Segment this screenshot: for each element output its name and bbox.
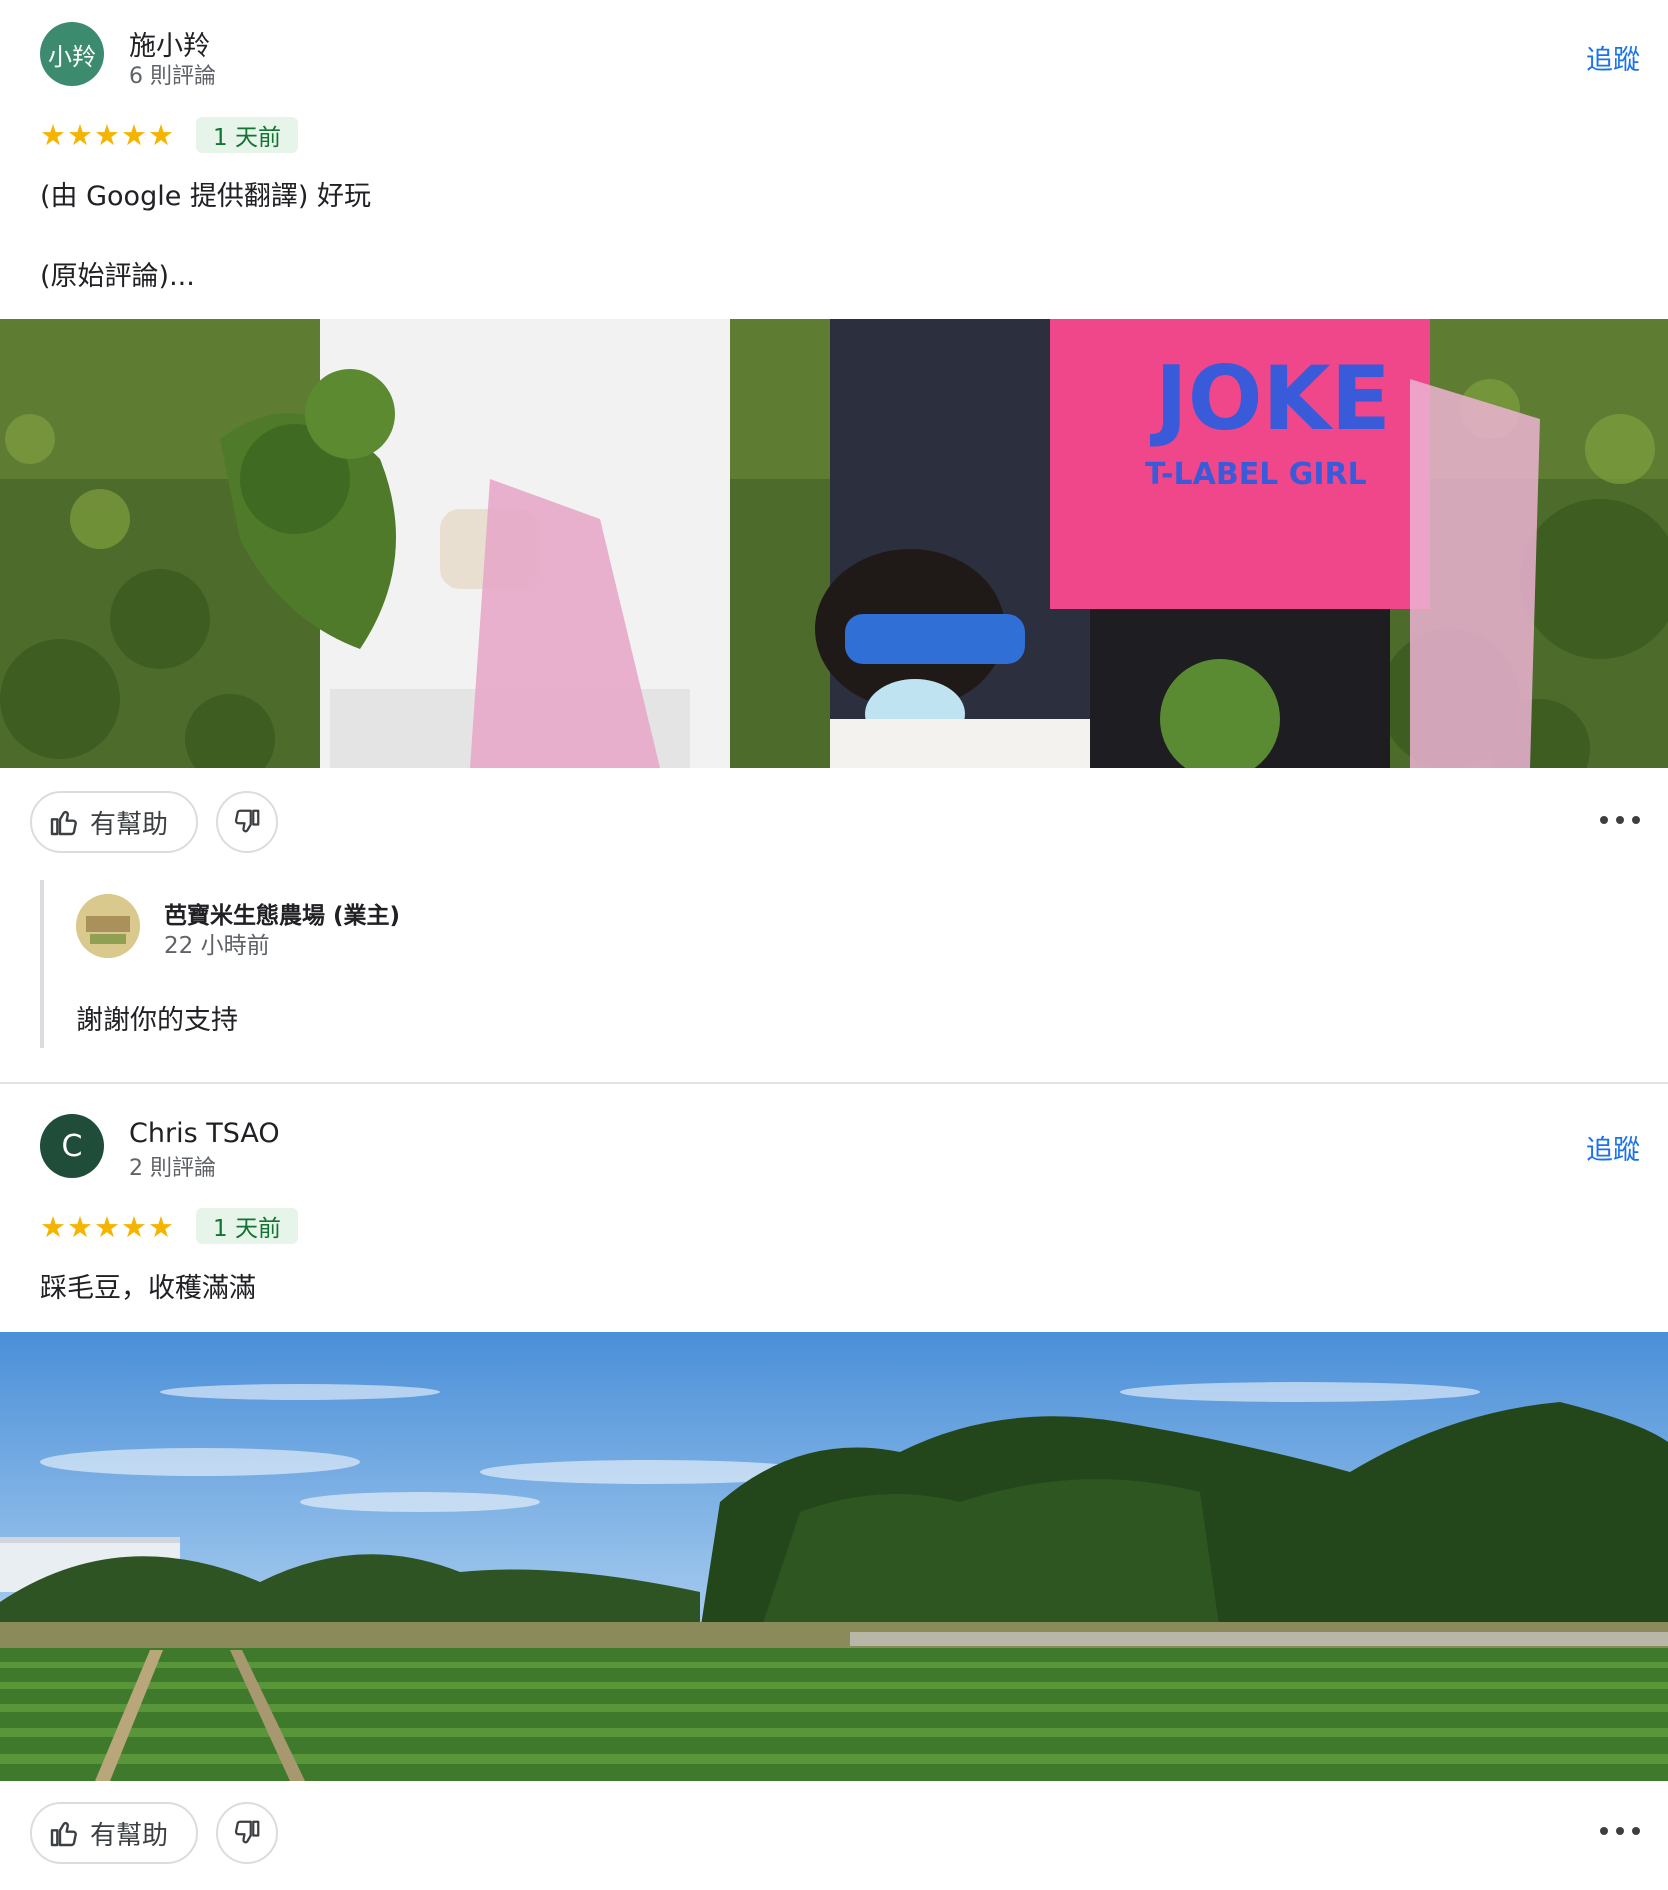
shirt-subtext: T-LABEL GIRL — [1145, 457, 1367, 492]
review-action-bar: 有幫助 — [0, 1802, 1668, 1870]
star-icon: ★ — [67, 1210, 93, 1244]
star-icon: ★ — [67, 118, 93, 152]
follow-button[interactable]: 追蹤 — [1540, 1128, 1640, 1167]
star-icon: ★ — [40, 118, 66, 152]
owner-reply-text: 謝謝你的支持 — [76, 1005, 238, 1036]
not-helpful-button[interactable] — [216, 1802, 278, 1864]
star-icon: ★ — [121, 1210, 147, 1244]
more-options-icon[interactable] — [1600, 805, 1640, 835]
helpful-button[interactable]: 有幫助 — [30, 791, 198, 853]
thumbs-up-icon — [50, 1821, 77, 1847]
review-card: C Chris TSAO 2 則評論 追蹤 ★ ★ ★ ★ ★ 1 天前 踩毛豆… — [0, 1084, 1668, 1890]
thumbs-up-icon — [50, 810, 77, 836]
star-rating: ★ ★ ★ ★ ★ — [40, 120, 174, 150]
review-text: (由 Google 提供翻譯) 好玩 — [40, 181, 372, 212]
reviewer-avatar[interactable]: C — [40, 1114, 104, 1178]
star-rating: ★ ★ ★ ★ ★ — [40, 1212, 174, 1242]
not-helpful-button[interactable] — [216, 791, 278, 853]
owner-reply-time: 22 小時前 — [164, 933, 270, 959]
review-card: 小羚 施小羚 6 則評論 追蹤 ★ ★ ★ ★ ★ 1 天前 (由 Google… — [0, 0, 1668, 1082]
reviewer-review-count: 6 則評論 — [129, 64, 216, 89]
reviewer-name[interactable]: Chris TSAO — [129, 1118, 280, 1149]
reviewer-review-count: 2 則評論 — [129, 1156, 216, 1181]
owner-reply: 芭寶米生態農場 (業主) 22 小時前 謝謝你的支持 — [40, 880, 1640, 1048]
thumbs-down-icon — [234, 1820, 260, 1844]
helpful-label: 有幫助 — [90, 809, 169, 840]
photo-peanut-harvest: JOKE T-LABEL GIRL — [0, 319, 1668, 768]
helpful-button[interactable]: 有幫助 — [30, 1802, 198, 1864]
farm-logo-icon — [76, 894, 140, 958]
shirt-text: JOKE — [1150, 347, 1391, 450]
star-icon: ★ — [148, 118, 174, 152]
review-date-badge: 1 天前 — [196, 1208, 298, 1244]
thumbs-down-icon — [234, 809, 260, 833]
helpful-label: 有幫助 — [90, 1820, 169, 1851]
photo-soybean-field — [0, 1332, 1668, 1781]
star-icon: ★ — [94, 1210, 120, 1244]
reply-indent-bar — [40, 880, 44, 1048]
owner-avatar[interactable] — [76, 894, 140, 958]
more-options-icon[interactable] — [1600, 1816, 1640, 1846]
star-icon: ★ — [148, 1210, 174, 1244]
review-action-bar: 有幫助 — [0, 791, 1668, 859]
star-icon: ★ — [40, 1210, 66, 1244]
owner-name[interactable]: 芭寶米生態農場 (業主) — [164, 896, 400, 930]
reviewer-avatar[interactable]: 小羚 — [40, 22, 104, 86]
follow-button[interactable]: 追蹤 — [1540, 38, 1640, 77]
review-photo[interactable]: JOKE T-LABEL GIRL — [0, 319, 1668, 768]
star-icon: ★ — [94, 118, 120, 152]
star-icon: ★ — [121, 118, 147, 152]
review-text: 踩毛豆，收穫滿滿 — [40, 1273, 256, 1304]
review-photo[interactable] — [0, 1332, 1668, 1781]
review-date-badge: 1 天前 — [196, 117, 298, 153]
original-review-link[interactable]: (原始評論)... — [40, 254, 195, 293]
